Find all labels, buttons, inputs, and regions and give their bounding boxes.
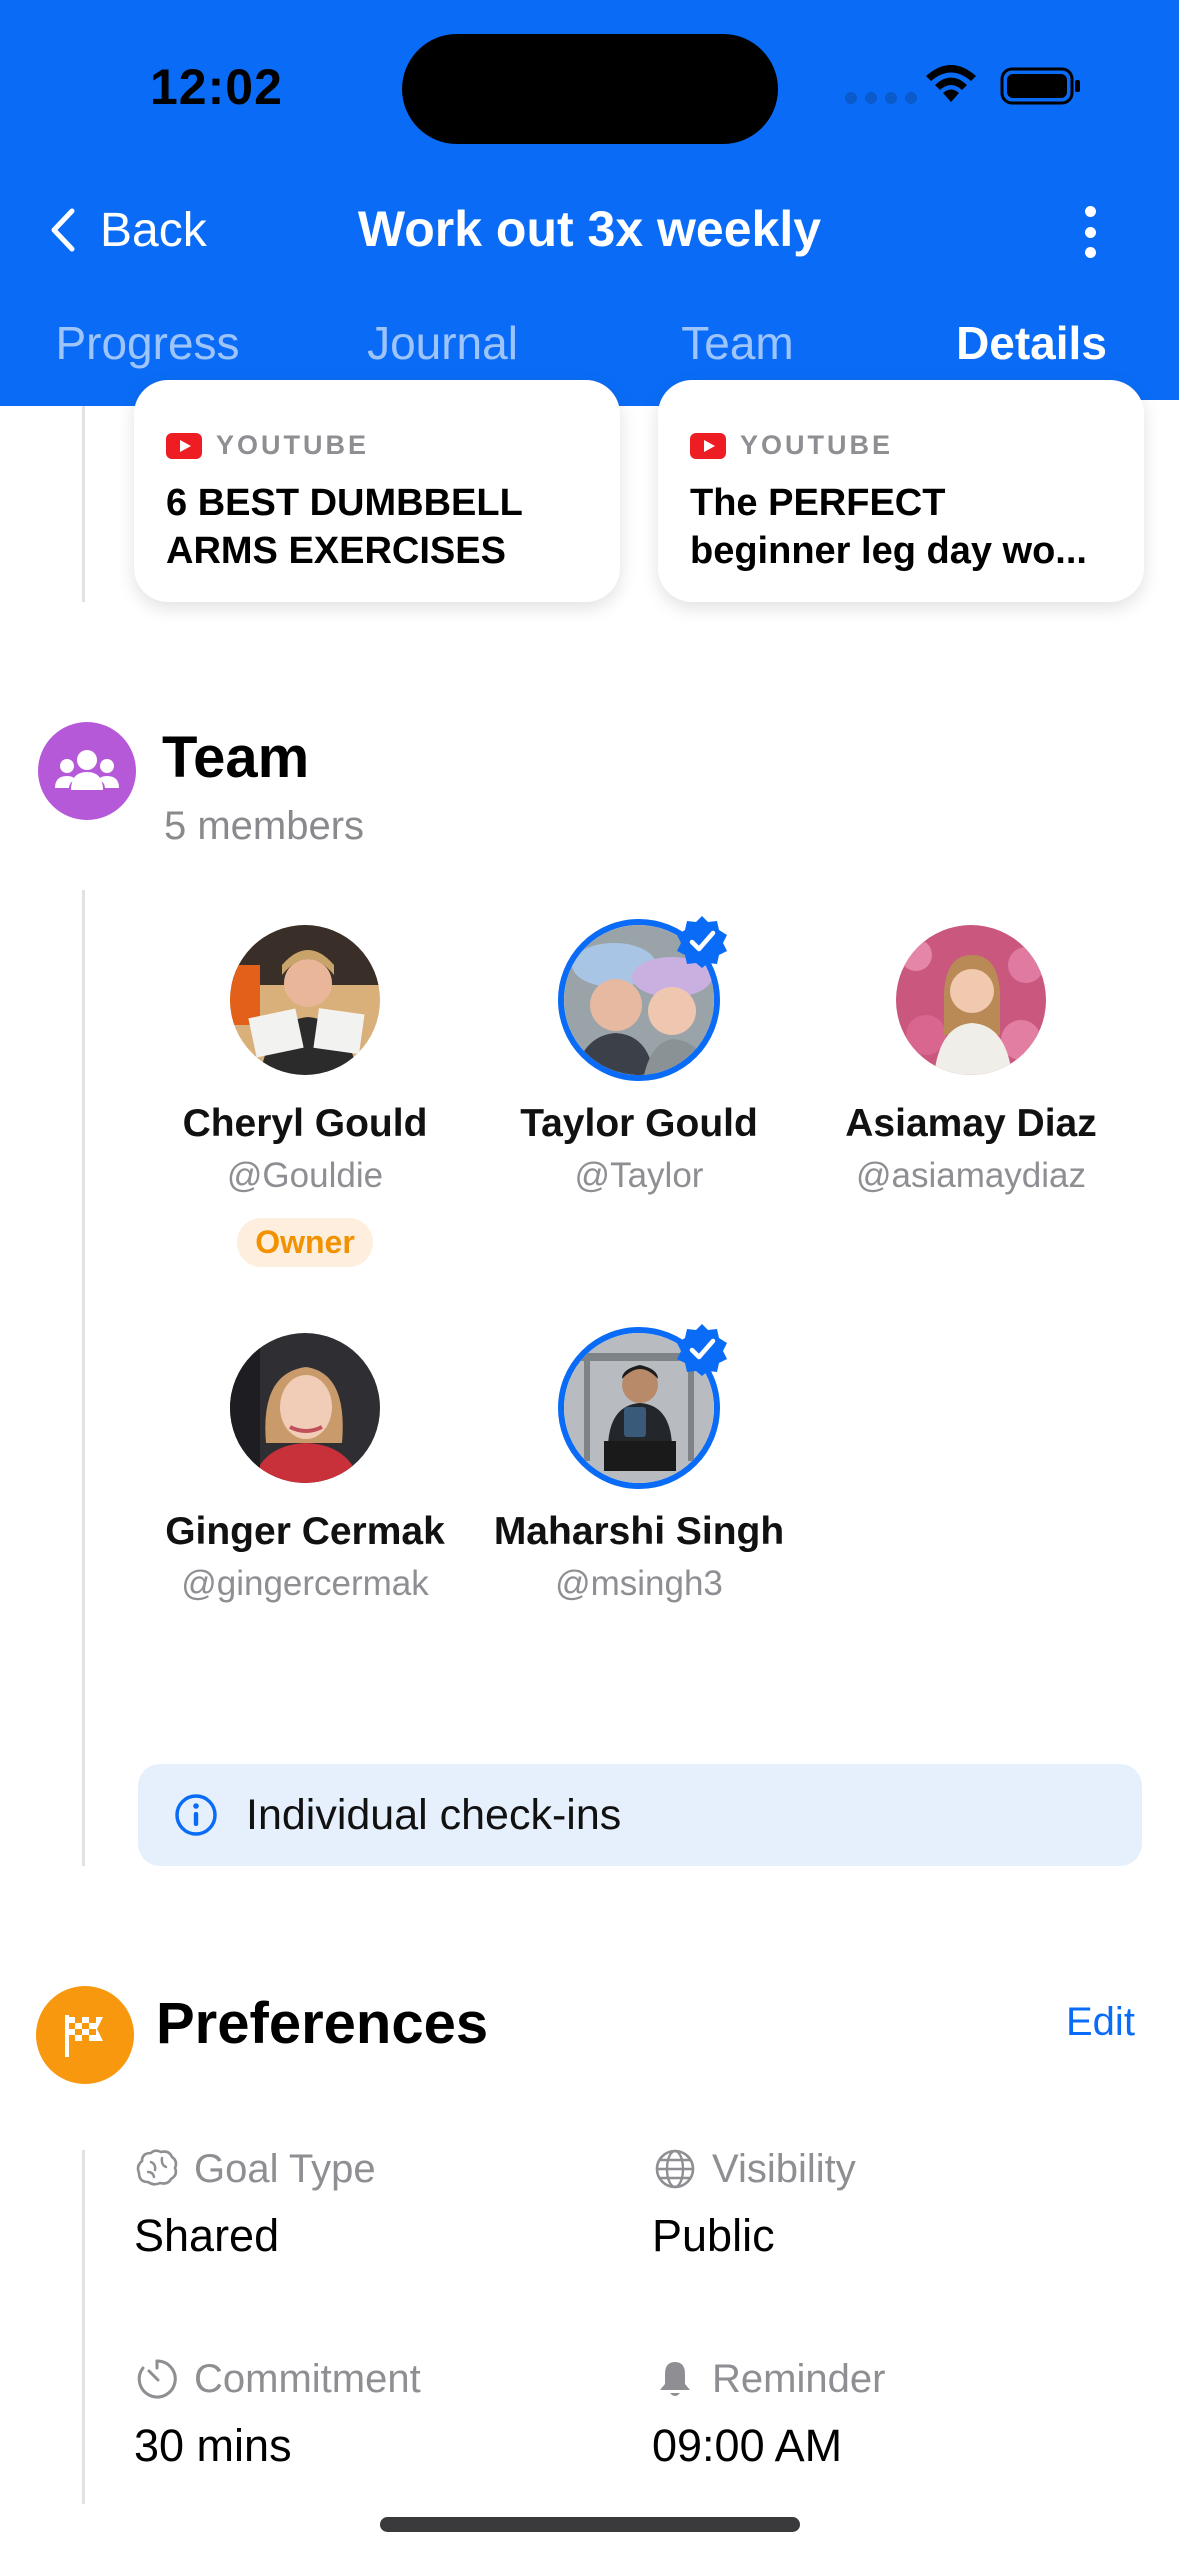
nav-bar: Back Work out 3x weekly: [0, 180, 1179, 280]
edit-preferences-button[interactable]: Edit: [1066, 2000, 1135, 2045]
pref-label: Visibility: [712, 2146, 856, 2191]
member-name: Asiamay Diaz: [845, 1102, 1097, 1145]
timer-icon: [137, 2359, 177, 2399]
pref-value: Shared: [134, 2210, 280, 2261]
tab-details[interactable]: Details: [884, 316, 1179, 370]
wifi-icon: [926, 65, 976, 102]
avatar: [896, 925, 1046, 1075]
video-card[interactable]: YOUTUBE 6 BEST DUMBBELL ARMS EXERCISES: [134, 380, 620, 602]
member-name: Cheryl Gould: [182, 1102, 428, 1145]
commitment-preference: Commitment 30 mins: [134, 2356, 421, 2472]
status-time: 12:02: [150, 59, 283, 115]
pref-label: Commitment: [194, 2356, 421, 2401]
home-indicator[interactable]: [380, 2517, 800, 2532]
team-member[interactable]: Taylor Gould @Taylor: [474, 916, 804, 1196]
banner-text: Individual check-ins: [246, 1790, 622, 1839]
timeline-line: [82, 406, 85, 602]
tab-progress[interactable]: Progress: [0, 316, 295, 370]
bell-icon: [660, 2362, 690, 2396]
member-handle: @Gouldie: [226, 1156, 384, 1195]
member-handle: @msingh3: [555, 1564, 723, 1603]
youtube-icon: [166, 432, 202, 459]
team-member[interactable]: Ginger Cermak @gingercermak: [140, 1330, 470, 1604]
member-handle: @Taylor: [574, 1156, 704, 1195]
video-card[interactable]: YOUTUBE The PERFECT beginner leg day wo.…: [658, 380, 1144, 602]
info-icon: [175, 1794, 217, 1836]
video-source: YOUTUBE: [216, 430, 370, 460]
timeline-line: [82, 890, 85, 1866]
preferences-title: Preferences: [156, 1991, 489, 2056]
timeline-line: [82, 2150, 85, 2504]
preferences-section-icon: [36, 1986, 134, 2084]
verified-badge-icon: [677, 916, 727, 968]
visibility-preference: Visibility Public: [652, 2146, 856, 2262]
pref-label: Goal Type: [194, 2146, 376, 2191]
brain-icon: [136, 2149, 178, 2186]
dynamic-island: [402, 34, 778, 144]
video-title: 6 BEST DUMBBELL ARMS EXERCISES: [166, 482, 523, 572]
cellular-signal-icon: [845, 92, 917, 104]
checkered-flag-icon: [65, 2015, 103, 2057]
pref-label: Reminder: [712, 2356, 886, 2401]
status-bar: 12:02: [0, 0, 1179, 180]
verified-badge-icon: [677, 1324, 727, 1376]
pref-value: 30 mins: [134, 2420, 292, 2471]
header: 12:02 Back Work out 3x weekly Progress J…: [0, 0, 1179, 406]
team-member-count: 5 members: [164, 804, 365, 848]
team-member[interactable]: Maharshi Singh @msingh3: [474, 1324, 804, 1604]
pref-value: 09:00 AM: [652, 2420, 843, 2471]
globe-icon: [655, 2149, 695, 2189]
tab-team[interactable]: Team: [590, 316, 885, 370]
member-name: Maharshi Singh: [493, 1510, 785, 1553]
member-name: Taylor Gould: [520, 1102, 758, 1145]
pref-value: Public: [652, 2210, 775, 2261]
goal-type-preference: Goal Type Shared: [134, 2146, 376, 2262]
team-title: Team: [162, 725, 310, 790]
team-section-icon: [38, 722, 136, 820]
tab-journal[interactable]: Journal: [295, 316, 590, 370]
more-options-button[interactable]: [1070, 200, 1110, 264]
owner-badge: Owner: [237, 1218, 373, 1267]
youtube-icon: [690, 432, 726, 459]
member-handle: @gingercermak: [181, 1564, 429, 1603]
people-icon: [55, 750, 119, 790]
team-member[interactable]: Cheryl Gould @Gouldie Owner: [140, 922, 470, 1267]
page-title: Work out 3x weekly: [357, 201, 822, 257]
video-source: YOUTUBE: [740, 430, 894, 460]
member-name: Ginger Cermak: [165, 1510, 445, 1553]
battery-icon: [1000, 67, 1080, 105]
member-handle: @asiamaydiaz: [855, 1156, 1087, 1195]
avatar: [230, 925, 380, 1075]
reminder-preference: Reminder 09:00 AM: [652, 2356, 885, 2472]
individual-checkins-banner[interactable]: Individual check-ins: [138, 1764, 1142, 1866]
avatar: [230, 1333, 380, 1483]
team-member[interactable]: Asiamay Diaz @asiamaydiaz: [806, 922, 1136, 1196]
video-title: The PERFECT beginner leg day wo...: [690, 482, 1087, 572]
